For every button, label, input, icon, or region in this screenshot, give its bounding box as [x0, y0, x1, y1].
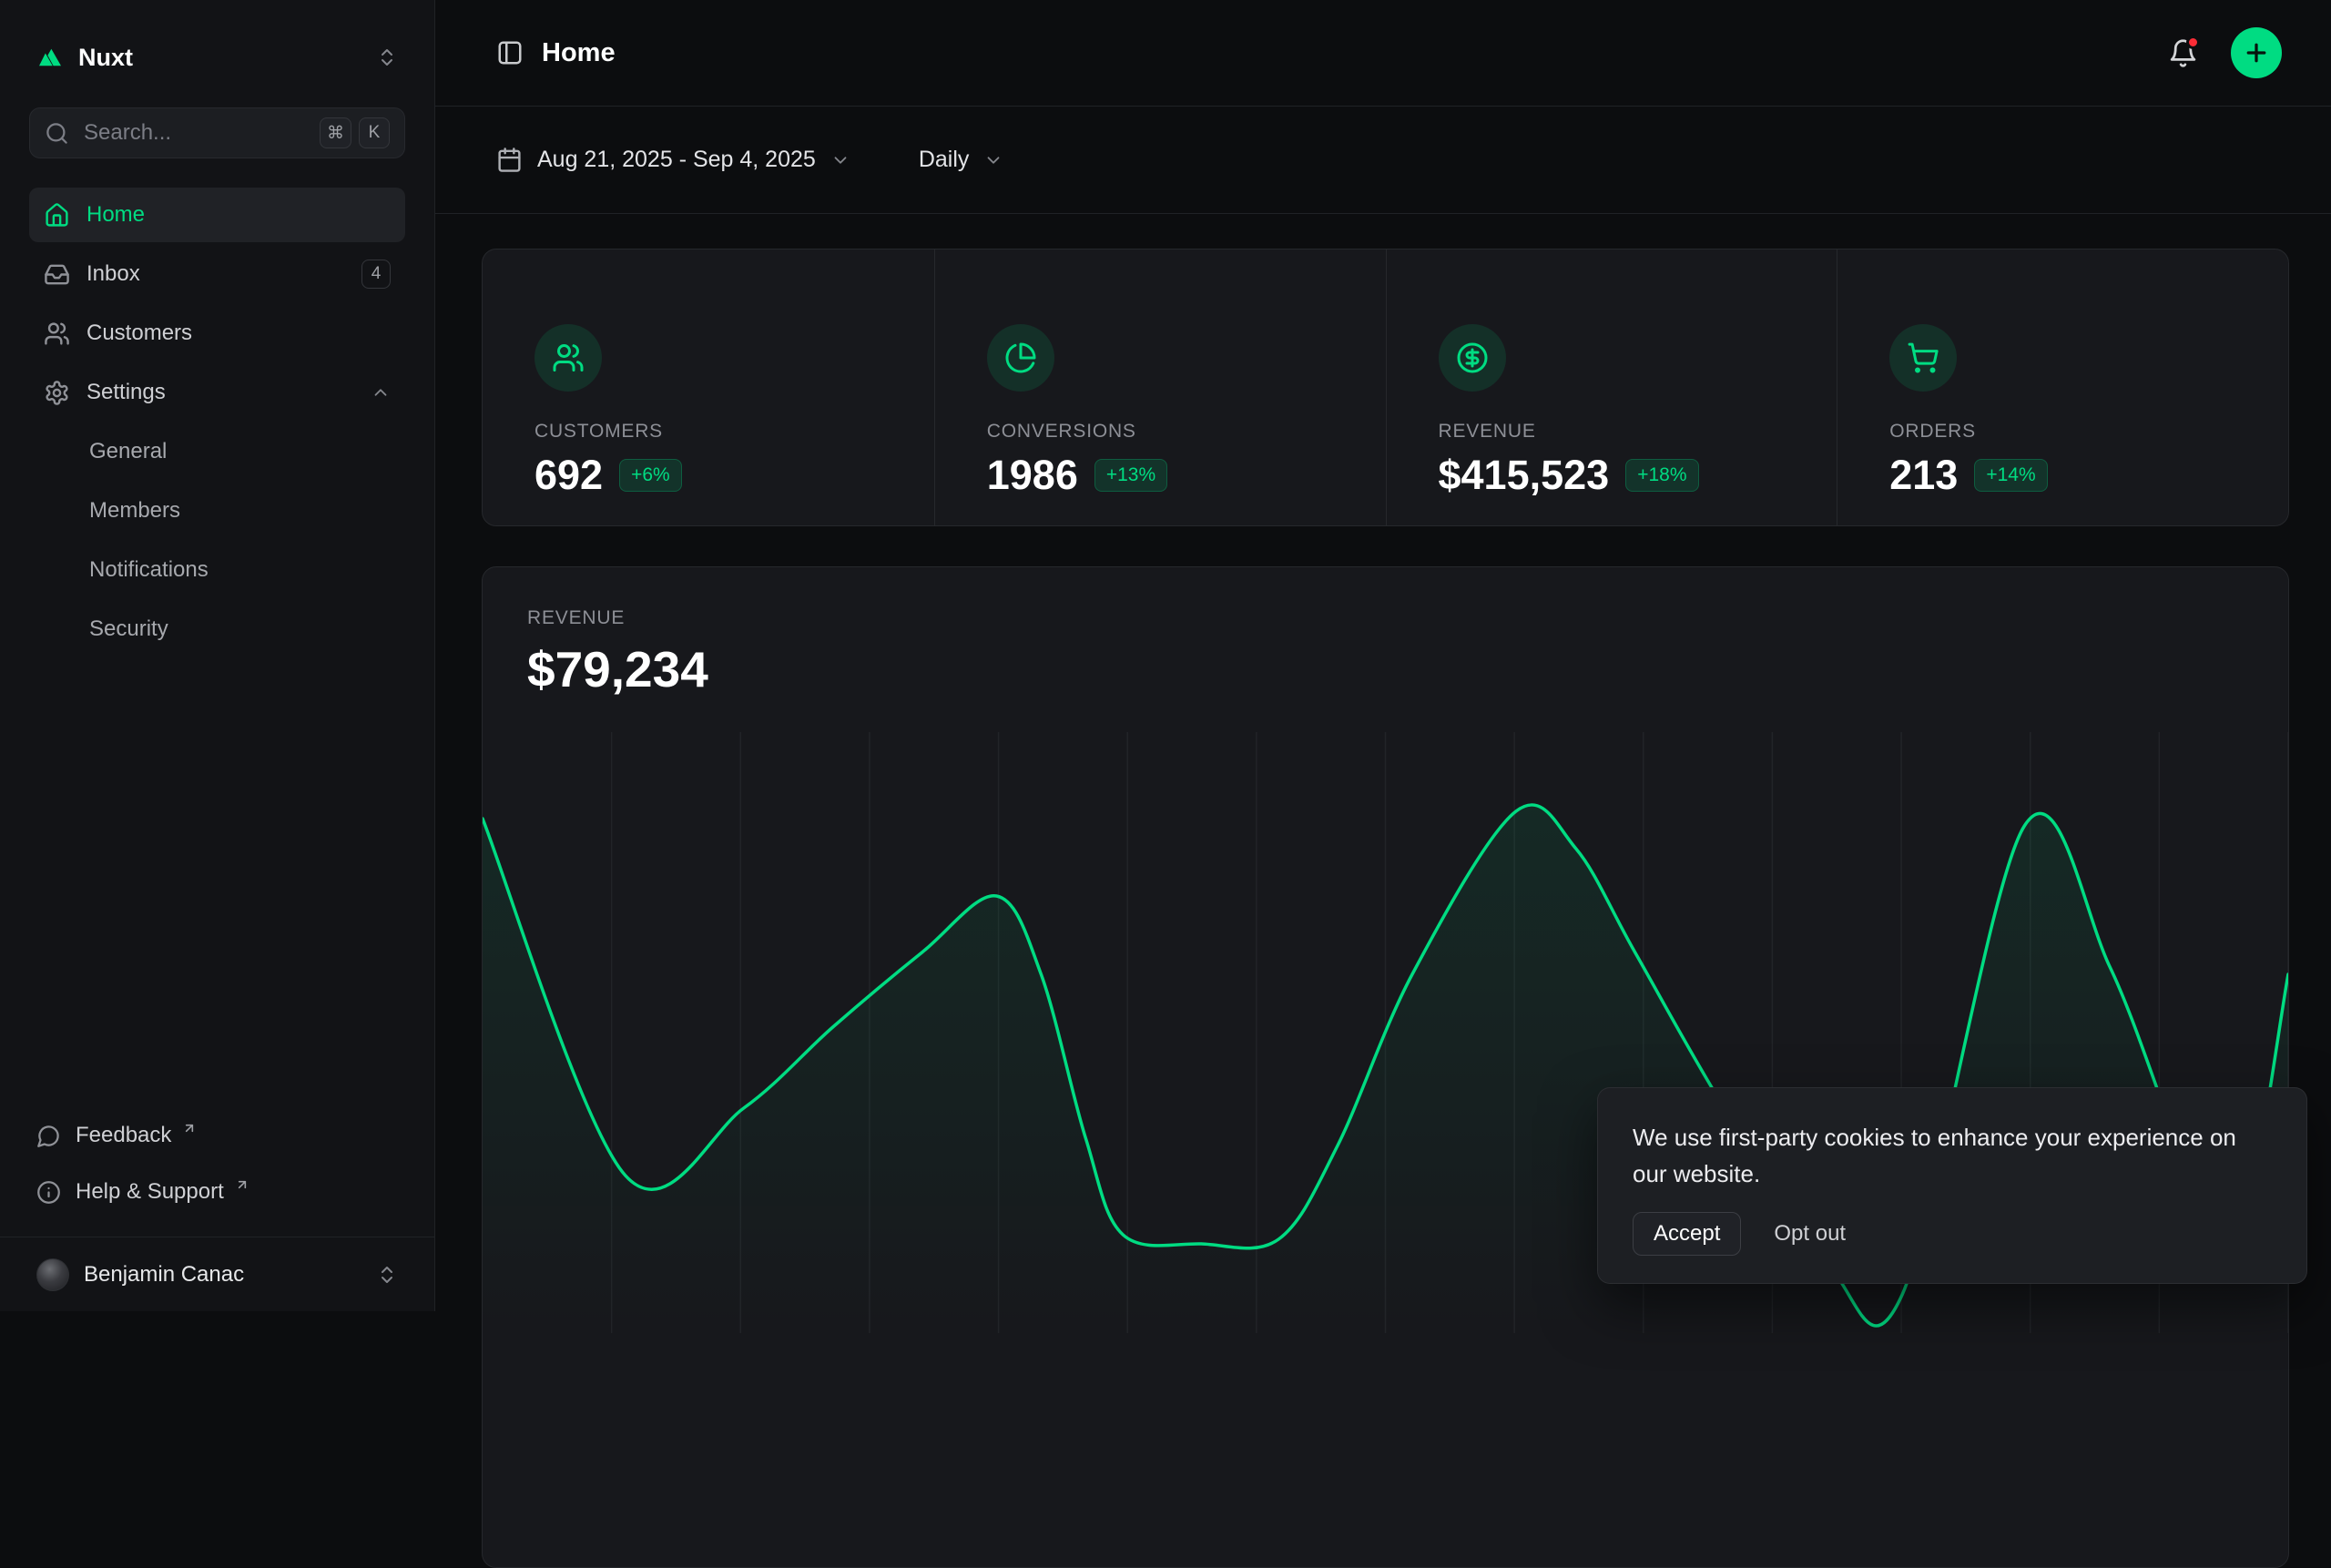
sidebar-item-label: Inbox: [87, 261, 140, 287]
header-actions: [2168, 27, 2282, 78]
chevrons-up-down-icon: [376, 1264, 398, 1286]
sub-item-label: General: [89, 439, 167, 464]
date-range-value: Aug 21, 2025 - Sep 4, 2025: [537, 147, 816, 173]
revenue-chart-value: $79,234: [527, 640, 2288, 698]
dollar-circle-icon: [1439, 324, 1506, 392]
stat-revenue[interactable]: REVENUE $415,523 +18%: [1386, 249, 1837, 525]
sub-item-label: Notifications: [89, 557, 209, 583]
cookie-banner: We use first-party cookies to enhance yo…: [1597, 1087, 2307, 1284]
granularity-value: Daily: [919, 147, 970, 173]
stat-delta-badge: +18%: [1625, 459, 1698, 492]
gear-icon: [44, 380, 70, 406]
sidebar-nav: Home Inbox 4 Customers Settings Ge: [29, 188, 405, 657]
feedback-label: Feedback: [76, 1123, 171, 1148]
stat-orders[interactable]: ORDERS 213 +14%: [1837, 249, 2288, 525]
sidebar-item-label: Home: [87, 202, 145, 228]
help-support-link[interactable]: Help & Support: [29, 1167, 405, 1217]
workspace-name: Nuxt: [78, 44, 133, 72]
inbox-count-badge: 4: [361, 260, 391, 289]
stat-conversions[interactable]: CONVERSIONS 1986 +13%: [934, 249, 1386, 525]
inbox-icon: [44, 261, 70, 288]
notification-dot: [2186, 36, 2200, 49]
sub-item-label: Security: [89, 616, 168, 642]
nuxt-logo-icon: [36, 44, 64, 71]
workspace-switcher[interactable]: Nuxt: [29, 31, 405, 84]
chevron-down-icon: [830, 150, 850, 170]
sidebar: Nuxt Search... ⌘ K Home Inbox 4: [0, 0, 435, 1311]
message-bubble-icon: [36, 1124, 61, 1148]
sub-item-label: Members: [89, 498, 180, 524]
stat-value: 1986: [987, 452, 1078, 499]
search-input[interactable]: Search... ⌘ K: [29, 107, 405, 158]
dashboard-content: CUSTOMERS 692 +6% CONVERSIONS 1986 +13%: [435, 214, 2331, 1568]
cart-icon: [1889, 324, 1957, 392]
home-icon: [44, 202, 70, 229]
search-shortcut: ⌘ K: [320, 117, 390, 148]
stats-card: CUSTOMERS 692 +6% CONVERSIONS 1986 +13%: [482, 249, 2289, 526]
revenue-chart-card: REVENUE $79,234: [482, 566, 2289, 1568]
sidebar-item-security[interactable]: Security: [29, 602, 405, 657]
sidebar-item-notifications[interactable]: Notifications: [29, 543, 405, 597]
revenue-chart-label: REVENUE: [527, 607, 2288, 629]
info-circle-icon: [36, 1180, 61, 1205]
sidebar-item-label: Customers: [87, 321, 192, 346]
date-range-picker[interactable]: Aug 21, 2025 - Sep 4, 2025: [496, 147, 850, 173]
sidebar-item-customers[interactable]: Customers: [29, 306, 405, 361]
chevrons-up-down-icon: [376, 46, 398, 68]
calendar-icon: [496, 147, 523, 173]
stat-label: CUSTOMERS: [534, 421, 898, 443]
sidebar-footer-links: Feedback Help & Support: [29, 1111, 405, 1217]
stat-delta-badge: +6%: [619, 459, 682, 492]
kbd-meta: ⌘: [320, 117, 351, 148]
stat-customers[interactable]: CUSTOMERS 692 +6%: [483, 249, 934, 525]
chevron-down-icon: [983, 150, 1003, 170]
cookie-message: We use first-party cookies to enhance yo…: [1633, 1119, 2272, 1192]
stat-delta-badge: +13%: [1094, 459, 1167, 492]
filters-toolbar: Aug 21, 2025 - Sep 4, 2025 Daily: [435, 107, 2331, 214]
revenue-chart-header: REVENUE $79,234: [483, 567, 2288, 698]
stat-delta-badge: +14%: [1974, 459, 2047, 492]
stat-label: CONVERSIONS: [987, 421, 1349, 443]
stat-value: $415,523: [1439, 452, 1610, 499]
user-menu[interactable]: Benjamin Canac: [0, 1237, 434, 1311]
user-name: Benjamin Canac: [84, 1262, 244, 1288]
avatar: [36, 1258, 69, 1291]
page-title: Home: [542, 38, 616, 68]
granularity-select[interactable]: Daily: [919, 147, 1004, 173]
sidebar-item-inbox[interactable]: Inbox 4: [29, 247, 405, 301]
cookie-optout-button[interactable]: Opt out: [1774, 1221, 1846, 1247]
search-icon: [45, 121, 69, 146]
search-placeholder: Search...: [84, 120, 171, 146]
users-icon: [534, 324, 602, 392]
notifications-button[interactable]: [2168, 38, 2198, 68]
sidebar-item-settings[interactable]: Settings: [29, 365, 405, 420]
sidebar-spacer: [29, 657, 405, 1111]
feedback-link[interactable]: Feedback: [29, 1111, 405, 1160]
sidebar-item-general[interactable]: General: [29, 424, 405, 479]
external-link-icon: [182, 1121, 197, 1135]
stat-value: 692: [534, 452, 603, 499]
plus-icon: [2243, 39, 2270, 66]
cookie-actions: Accept Opt out: [1633, 1212, 2272, 1256]
stat-value: 213: [1889, 452, 1958, 499]
stat-label: ORDERS: [1889, 421, 2252, 443]
stat-label: REVENUE: [1439, 421, 1801, 443]
sidebar-item-label: Settings: [87, 380, 166, 405]
add-button[interactable]: [2231, 27, 2282, 78]
users-icon: [44, 321, 70, 347]
sidebar-toggle-button[interactable]: [496, 39, 524, 66]
sidebar-item-members[interactable]: Members: [29, 484, 405, 538]
chevron-up-icon: [371, 382, 391, 402]
cookie-accept-button[interactable]: Accept: [1633, 1212, 1741, 1256]
panel-left-icon: [496, 39, 524, 66]
sidebar-item-home[interactable]: Home: [29, 188, 405, 242]
kbd-k: K: [359, 117, 390, 148]
external-link-icon: [235, 1177, 249, 1192]
help-support-label: Help & Support: [76, 1179, 224, 1205]
page-header: Home: [435, 0, 2331, 107]
pie-chart-icon: [987, 324, 1054, 392]
